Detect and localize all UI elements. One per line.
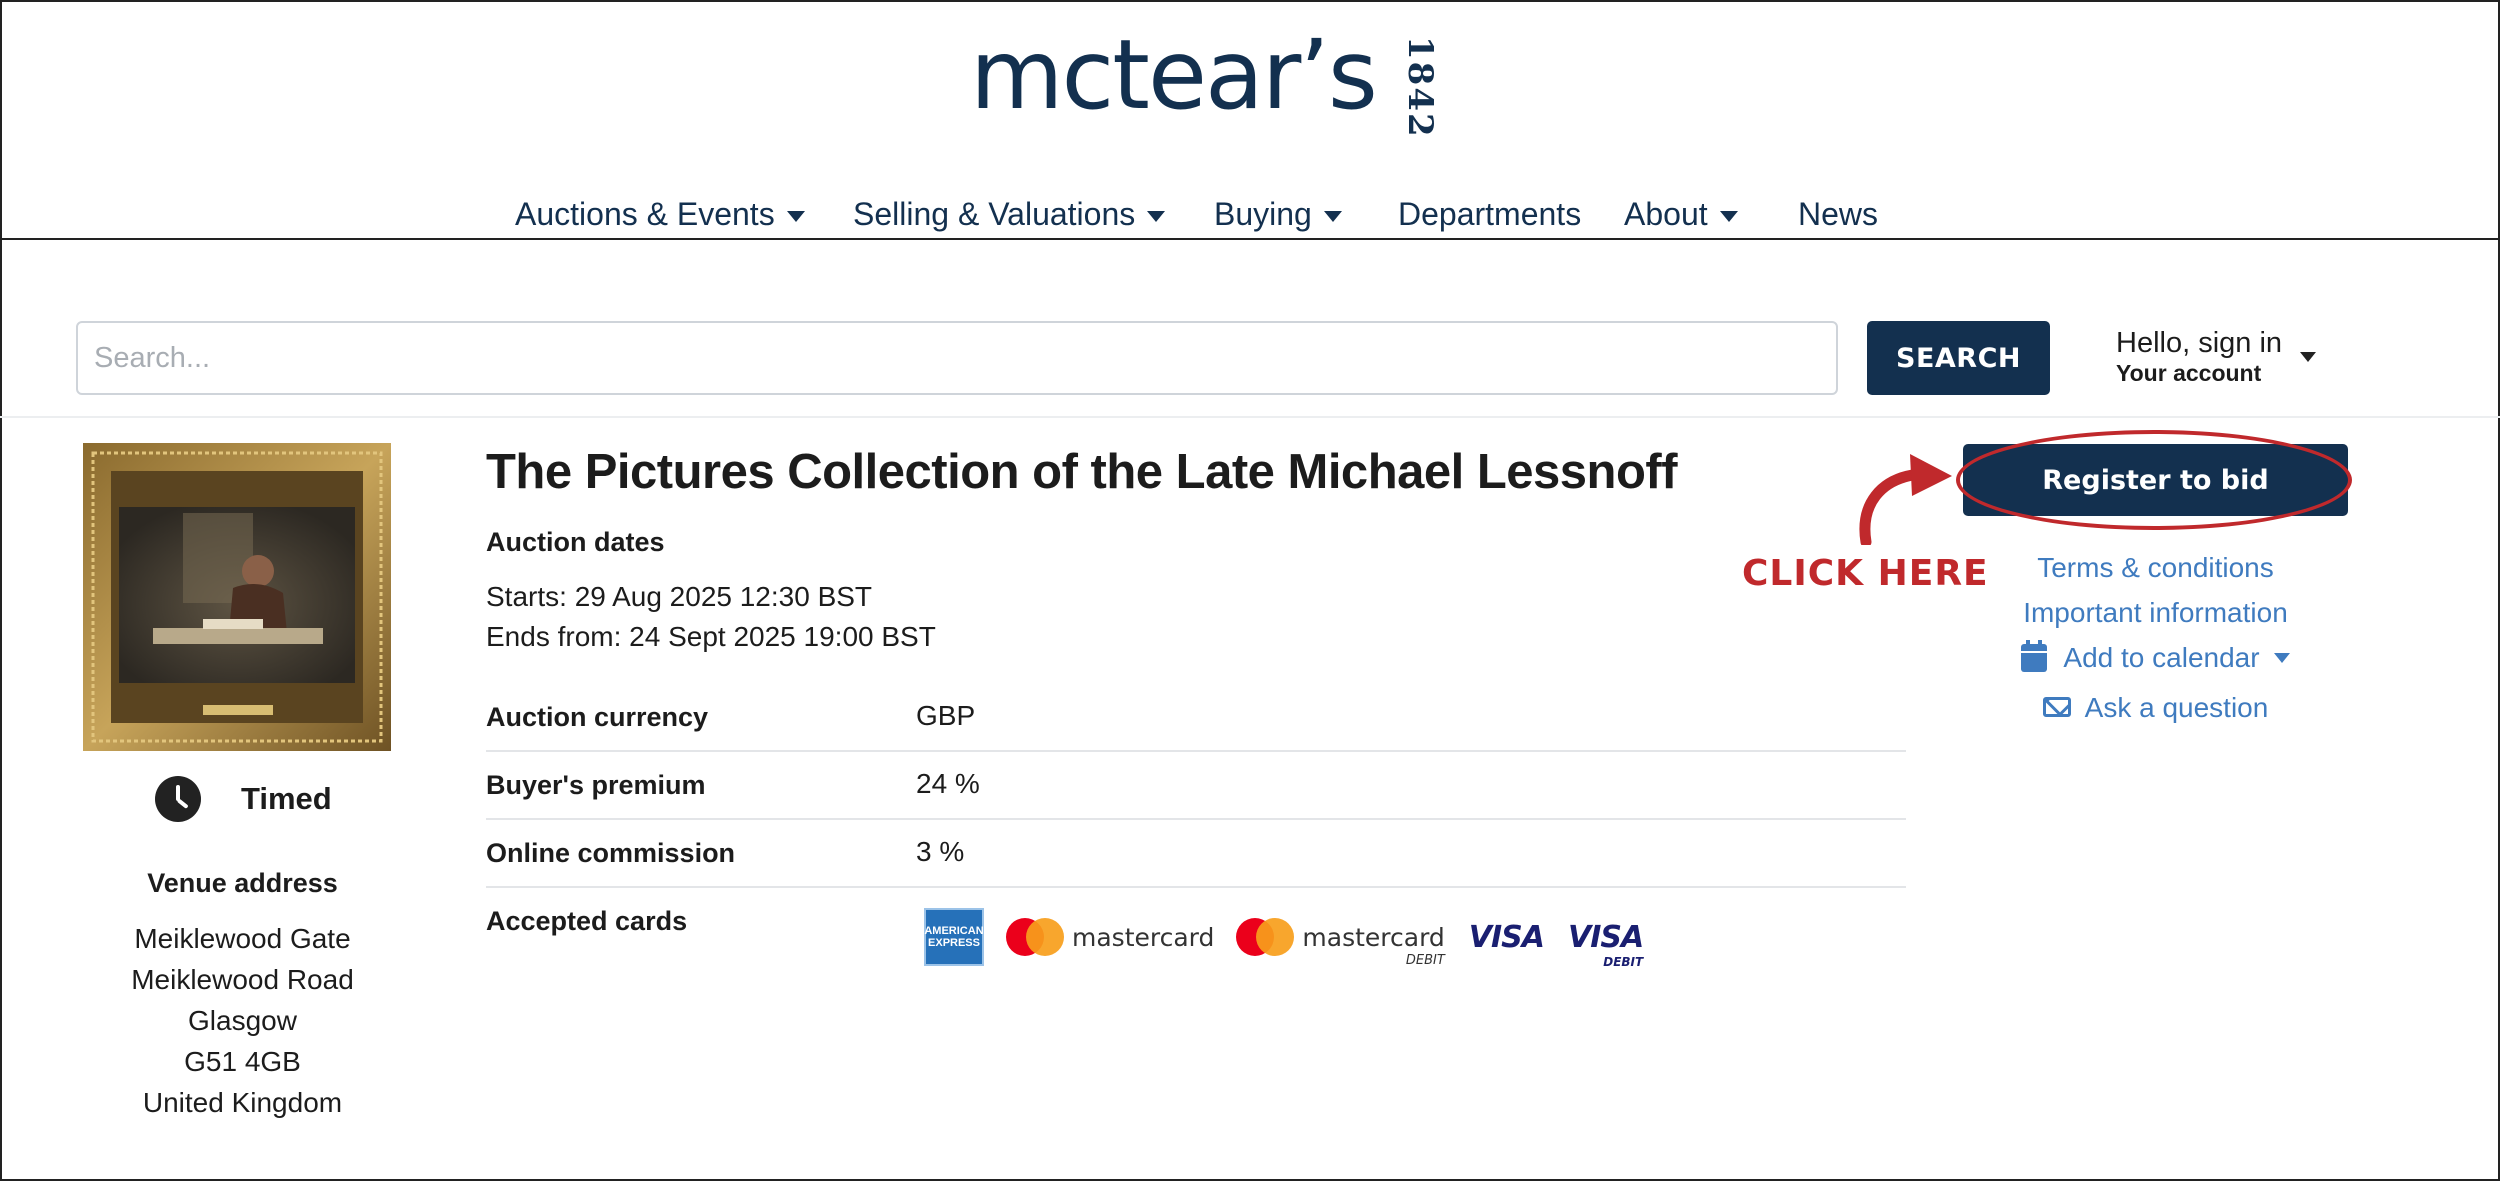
nav-buying[interactable]: Buying <box>1214 196 1342 233</box>
detail-value: 24 % <box>916 768 980 799</box>
register-to-bid-button[interactable]: Register to bid <box>1963 444 2348 516</box>
important-info-link[interactable]: Important information <box>1963 590 2348 635</box>
nav-label: About <box>1624 196 1708 232</box>
nav-about[interactable]: About <box>1624 196 1738 233</box>
terms-link[interactable]: Terms & conditions <box>1963 545 2348 590</box>
chevron-down-icon <box>2273 652 2290 663</box>
chevron-down-icon <box>1147 211 1166 222</box>
accepted-cards: AMERICAN EXPRESS mastercard mastercard D… <box>924 908 1644 969</box>
annotation-click-here: CLICK HERE <box>1742 553 1989 594</box>
search-divider <box>0 416 2500 418</box>
mastercard-circles <box>1236 918 1295 956</box>
visa-icon: VISA <box>1468 919 1545 955</box>
auction-type-label: Timed <box>241 781 332 816</box>
account-menu[interactable]: Hello, sign in Your account <box>2116 326 2316 392</box>
ask-question-content: Ask a question <box>2042 685 2269 730</box>
clock-icon <box>155 776 201 822</box>
nav-departments[interactable]: Departments <box>1398 196 1581 233</box>
nav-selling-valuations[interactable]: Selling & Valuations <box>853 196 1166 233</box>
auction-details-table: Auction currency GBP Buyer's premium 24 … <box>486 684 1906 978</box>
ask-question-link[interactable]: Ask a question <box>1963 685 2348 731</box>
chevron-down-icon <box>786 211 805 222</box>
mastercard-debit-icon: mastercard DEBIT <box>1236 918 1445 968</box>
venue-address: Meiklewood Gate Meiklewood Road Glasgow … <box>90 918 395 1123</box>
mastercard-icon: mastercard <box>1006 918 1214 956</box>
detail-value: GBP <box>916 700 976 731</box>
table-row: Online commission 3 % <box>486 820 1906 888</box>
ask-question-label: Ask a question <box>2084 691 2269 723</box>
mastercard-debit-label: mastercard DEBIT <box>1302 922 1445 968</box>
nav-label: News <box>1798 196 1879 232</box>
auction-links: Terms & conditions Important information… <box>1963 545 2348 730</box>
venue-line: Glasgow <box>188 1005 297 1036</box>
mastercard-label: mastercard <box>1072 922 1215 952</box>
nav-label: Departments <box>1398 196 1582 232</box>
detail-value: 3 % <box>916 836 965 867</box>
debit-tag: DEBIT <box>1405 952 1445 968</box>
auction-title: The Pictures Collection of the Late Mich… <box>486 445 1678 499</box>
add-to-calendar-content: Add to calendar <box>2021 635 2290 680</box>
venue-title: Venue address <box>147 868 338 898</box>
venue-line: Meiklewood Road <box>131 964 354 995</box>
mastercard-debit-brand: mastercard <box>1302 922 1445 952</box>
visa-debit-icon: VISA DEBIT <box>1568 919 1644 969</box>
detail-key: Accepted cards <box>486 906 688 936</box>
table-row: Accepted cards AMERICAN EXPRESS masterca… <box>486 888 1906 978</box>
annotation-arrow-icon <box>1859 454 1952 545</box>
search-input[interactable] <box>76 321 1838 395</box>
add-to-calendar-label: Add to calendar <box>2063 642 2260 673</box>
auction-thumbnail-painting[interactable] <box>83 443 391 751</box>
venue-line: Meiklewood Gate <box>134 923 351 954</box>
auction-start-date: Starts: 29 Aug 2025 12:30 BST <box>486 581 873 612</box>
nav-label: Auctions & Events <box>515 196 775 232</box>
account-label: Your account <box>2116 360 2262 386</box>
amex-card-icon: AMERICAN EXPRESS <box>924 908 984 966</box>
search-button[interactable]: SEARCH <box>1867 321 2050 395</box>
main-nav: Auctions & Events Selling & Valuations B… <box>0 196 2500 236</box>
logo-year: 1842 <box>1399 36 1440 139</box>
nav-divider <box>0 238 2500 240</box>
account-greeting: Hello, sign in <box>2116 327 2283 359</box>
nav-auctions-events[interactable]: Auctions & Events <box>515 196 805 233</box>
debit-tag: DEBIT <box>1603 954 1644 969</box>
logo-wordmark: mctear’s <box>970 19 1378 131</box>
chevron-down-icon <box>1323 211 1342 222</box>
table-row: Buyer's premium 24 % <box>486 752 1906 820</box>
chevron-down-icon[interactable] <box>2300 352 2316 362</box>
nav-news[interactable]: News <box>1798 196 1878 233</box>
visa-debit-brand: VISA <box>1568 919 1644 955</box>
add-to-calendar-link[interactable]: Add to calendar <box>1963 635 2348 685</box>
detail-key: Online commission <box>486 838 736 868</box>
auction-dates-label: Auction dates <box>486 527 665 557</box>
auction-end-date: Ends from: 24 Sept 2025 19:00 BST <box>486 621 936 652</box>
detail-key: Buyer's premium <box>486 770 706 800</box>
nav-label: Buying <box>1214 196 1312 232</box>
mastercard-circles <box>1006 918 1064 956</box>
venue-line: United Kingdom <box>142 1087 343 1118</box>
chevron-down-icon <box>1719 211 1738 222</box>
venue-line: G51 4GB <box>184 1046 301 1077</box>
detail-key: Auction currency <box>486 702 709 732</box>
site-logo[interactable]: mctear’s 1842 <box>970 19 1440 139</box>
nav-label: Selling & Valuations <box>853 196 1136 232</box>
auction-type: Timed <box>155 774 332 824</box>
table-row: Auction currency GBP <box>486 684 1906 752</box>
calendar-icon <box>2021 639 2048 672</box>
envelope-icon <box>2042 697 2071 717</box>
